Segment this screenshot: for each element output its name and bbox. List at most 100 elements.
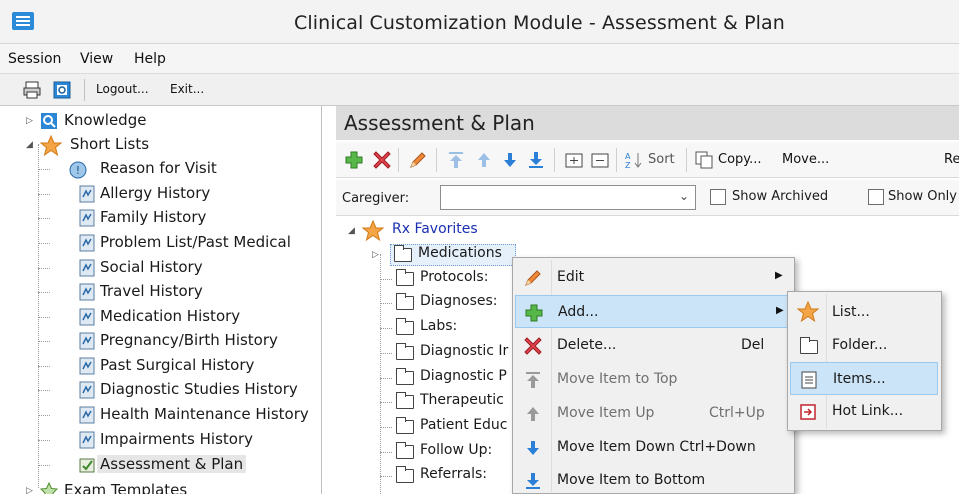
folder-row-selected[interactable]: ▷ Medications bbox=[372, 244, 532, 266]
menu-view[interactable]: View bbox=[80, 51, 113, 67]
menu-item-add[interactable]: Add... ▶ bbox=[515, 295, 793, 328]
move-bottom-icon bbox=[526, 473, 540, 489]
tree-item[interactable]: Diagnostic Studies History bbox=[38, 379, 318, 401]
toolbar-separator bbox=[616, 148, 617, 172]
tree-item[interactable]: ! Reason for Visit bbox=[38, 158, 318, 180]
toolbar-separator bbox=[398, 148, 399, 172]
move-up-icon[interactable] bbox=[474, 150, 494, 170]
submenu-item-label: List... bbox=[832, 304, 870, 320]
submenu-item-label: Folder... bbox=[832, 337, 888, 353]
tree-tick bbox=[38, 243, 50, 244]
show-archived-checkbox[interactable] bbox=[710, 189, 726, 205]
tree-node-knowledge[interactable]: ▷ Knowledge bbox=[26, 110, 316, 132]
tree-item[interactable]: Social History bbox=[38, 257, 318, 279]
tree-item[interactable]: Past Surgical History bbox=[38, 355, 318, 377]
tree-tick bbox=[38, 218, 50, 219]
tree-item[interactable]: Pregnancy/Birth History bbox=[38, 330, 318, 352]
tree-item[interactable]: Medication History bbox=[38, 306, 318, 328]
folder-row[interactable]: Diagnoses: bbox=[380, 292, 520, 314]
assessment-plan-icon bbox=[79, 458, 95, 473]
history-form-icon bbox=[79, 431, 95, 449]
tree-node-exam-templates[interactable]: ▷ Exam Templates bbox=[26, 480, 316, 494]
toolbar-overflow-button[interactable]: Re bbox=[944, 152, 959, 167]
add-icon[interactable] bbox=[344, 150, 364, 170]
tree-node-rx-favorites[interactable]: ◢ Rx Favorites bbox=[348, 220, 648, 242]
menu-session[interactable]: Session bbox=[8, 51, 61, 67]
collapse-all-icon[interactable] bbox=[590, 150, 610, 170]
tree-item[interactable]: Health Maintenance History bbox=[38, 404, 318, 426]
expand-icon[interactable]: ▷ bbox=[26, 116, 33, 126]
tree-item-label: Diagnostic Studies History bbox=[100, 380, 298, 398]
folder-label: Medications bbox=[418, 245, 502, 261]
folder-row[interactable]: Labs: bbox=[380, 317, 520, 339]
folder-icon bbox=[396, 417, 414, 434]
submenu-item-label: Hot Link... bbox=[832, 403, 904, 419]
delete-icon[interactable] bbox=[372, 150, 392, 170]
menu-help[interactable]: Help bbox=[134, 51, 166, 67]
submenu-item-items[interactable]: Items... bbox=[790, 362, 938, 395]
print-icon[interactable] bbox=[22, 80, 42, 100]
tree-item-label: Health Maintenance History bbox=[100, 405, 309, 423]
tree-node-short-lists[interactable]: ◢ Short Lists bbox=[26, 134, 316, 157]
edit-pencil-icon[interactable] bbox=[408, 150, 428, 170]
submenu-arrow-icon: ▶ bbox=[775, 270, 783, 281]
tree-item[interactable]: Impairments History bbox=[38, 429, 318, 451]
menu-item-label: Move Item to Top bbox=[557, 371, 678, 387]
folder-row[interactable]: Therapeutic bbox=[380, 391, 520, 413]
history-form-icon bbox=[79, 234, 95, 252]
folder-row[interactable]: Diagnostic Ir bbox=[380, 342, 520, 364]
exit-button[interactable]: Exit... bbox=[170, 82, 204, 96]
print-preview-icon[interactable] bbox=[52, 80, 72, 100]
copy-button[interactable]: Copy... bbox=[718, 152, 762, 167]
menu-item-edit[interactable]: Edit ▶ bbox=[513, 261, 794, 294]
chevron-down-icon: ⌄ bbox=[678, 189, 689, 203]
logout-button[interactable]: Logout... bbox=[96, 82, 149, 96]
move-bottom-icon[interactable] bbox=[526, 150, 546, 170]
menu-item-move-bottom[interactable]: Move Item to Bottom bbox=[513, 464, 794, 494]
svg-text:Z: Z bbox=[625, 161, 631, 170]
move-button[interactable]: Move... bbox=[782, 152, 829, 167]
collapse-icon[interactable]: ◢ bbox=[26, 140, 33, 150]
move-top-icon[interactable] bbox=[446, 150, 466, 170]
tree-item-selected[interactable]: Assessment & Plan bbox=[38, 454, 318, 476]
submenu-item-label: Items... bbox=[833, 371, 886, 387]
menu-item-delete[interactable]: Delete... Del bbox=[513, 329, 794, 362]
tree-tick bbox=[380, 303, 392, 304]
caregiver-select[interactable]: ⌄ bbox=[440, 185, 696, 210]
window-title: Clinical Customization Module - Assessme… bbox=[294, 12, 785, 34]
tree-item[interactable]: Family History bbox=[38, 207, 318, 229]
menu-item-move-down[interactable]: Move Item Down Ctrl+Down bbox=[513, 431, 794, 464]
context-menu: Edit ▶ Add... ▶ Delete... Del Move Item … bbox=[512, 257, 795, 494]
submenu-item-folder[interactable]: Folder... bbox=[788, 329, 941, 362]
move-down-icon[interactable] bbox=[500, 150, 520, 170]
sort-az-icon[interactable]: A Z bbox=[624, 150, 644, 170]
tree-item[interactable]: Travel History bbox=[38, 281, 318, 303]
folder-row[interactable]: Patient Educ bbox=[380, 416, 520, 438]
expand-icon[interactable]: ▷ bbox=[372, 250, 379, 260]
tree-tick bbox=[38, 390, 50, 391]
star-icon bbox=[40, 135, 62, 157]
folder-icon bbox=[396, 343, 414, 360]
folder-label: Patient Educ bbox=[420, 417, 508, 433]
tree-item[interactable]: Problem List/Past Medical bbox=[38, 232, 318, 254]
folder-row[interactable]: Protocols: bbox=[380, 268, 520, 290]
expand-icon[interactable]: ▷ bbox=[26, 486, 33, 494]
expand-all-icon[interactable] bbox=[564, 150, 584, 170]
add-submenu: List... Folder... Items... Hot Link... bbox=[787, 291, 942, 431]
collapse-icon[interactable]: ◢ bbox=[348, 226, 355, 236]
tree-item[interactable]: Allergy History bbox=[38, 183, 318, 205]
folder-row[interactable]: Diagnostic P bbox=[380, 367, 520, 389]
show-only-checkbox[interactable] bbox=[868, 189, 884, 205]
tree-tick bbox=[38, 415, 50, 416]
folder-row[interactable]: Referrals: bbox=[380, 465, 520, 487]
move-up-icon bbox=[527, 407, 539, 421]
tree-label-knowledge: Knowledge bbox=[64, 111, 147, 129]
folder-row[interactable]: Follow Up: bbox=[380, 441, 520, 463]
copy-icon[interactable] bbox=[694, 150, 714, 170]
sort-button[interactable]: Sort bbox=[648, 152, 675, 167]
folder-icon bbox=[396, 442, 414, 459]
tree-tick bbox=[380, 279, 392, 280]
star-icon bbox=[797, 301, 819, 323]
submenu-item-hot-link[interactable]: Hot Link... bbox=[788, 395, 941, 428]
submenu-item-list[interactable]: List... bbox=[788, 296, 941, 329]
